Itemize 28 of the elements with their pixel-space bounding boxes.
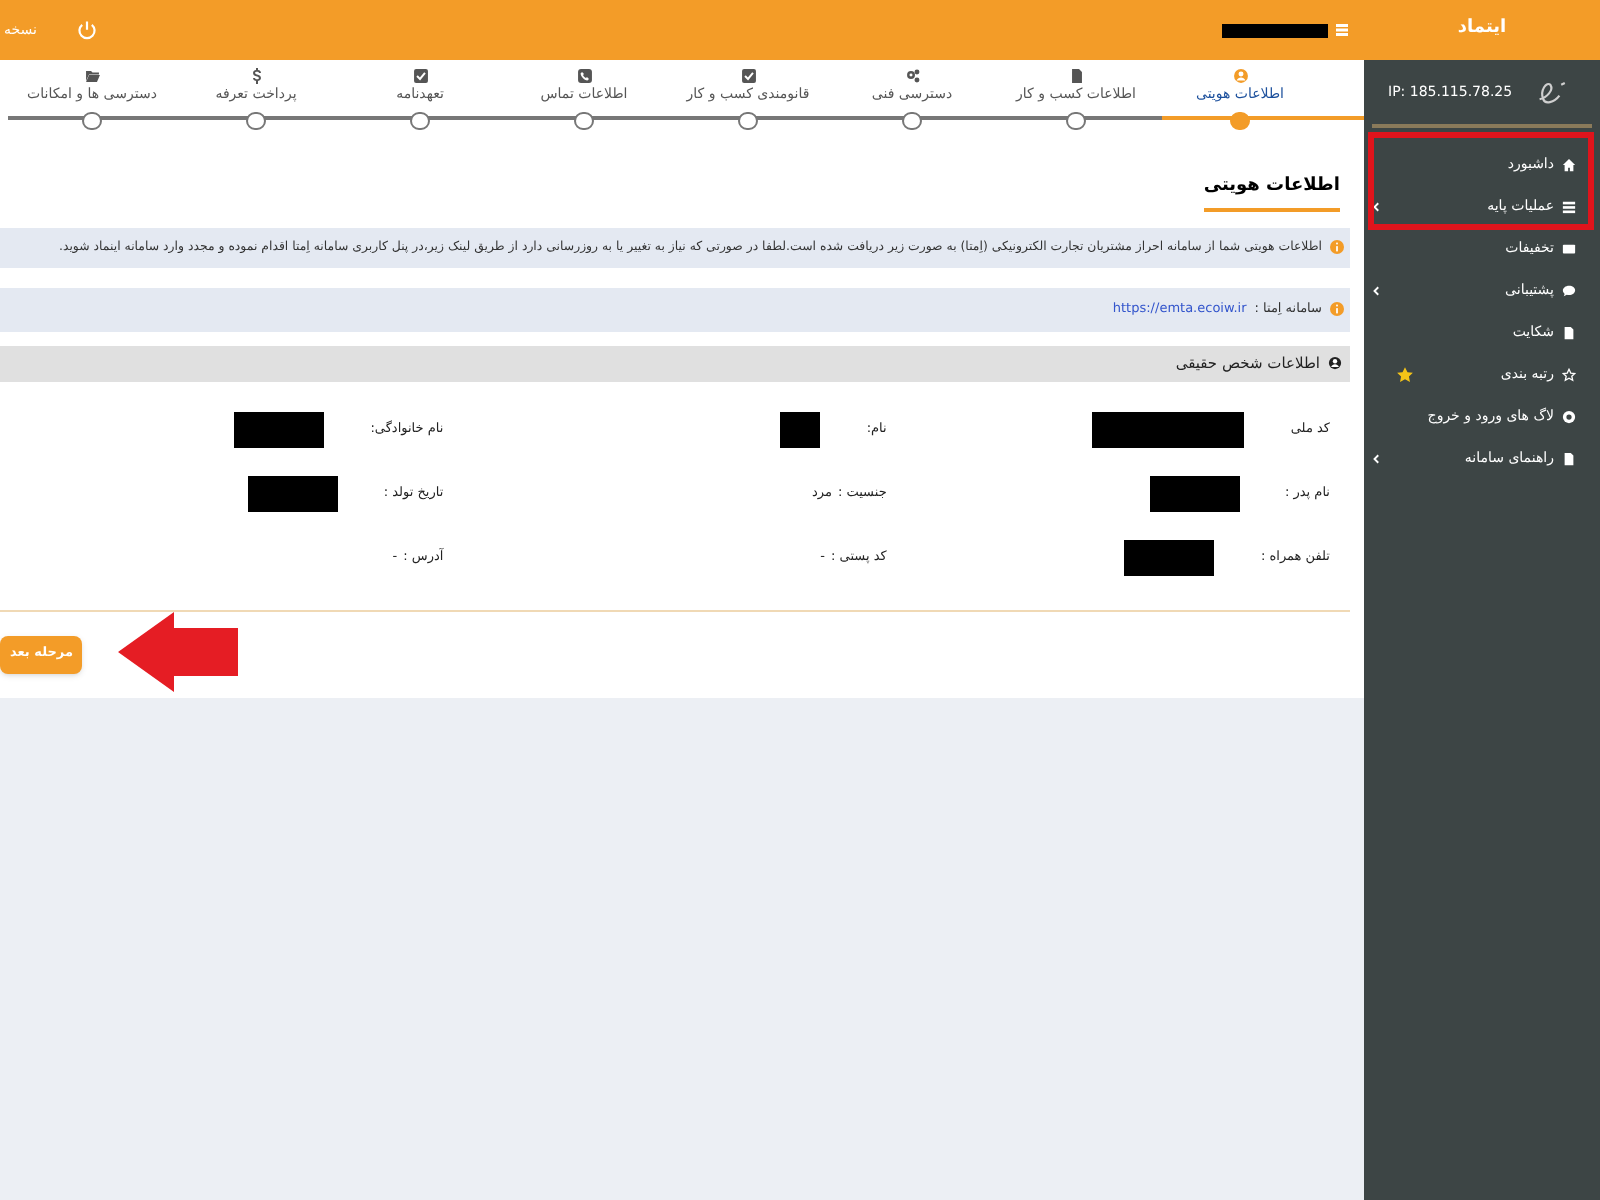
user-icon: [1231, 68, 1249, 84]
circle-icon: [1562, 410, 1576, 424]
chevron-icon: [1372, 202, 1382, 212]
checkbox-icon: [411, 68, 429, 84]
home-icon: [1562, 158, 1576, 172]
folder-icon: [83, 68, 101, 84]
list-icon: [1562, 200, 1576, 214]
file-icon: [1067, 68, 1085, 84]
brand-name: ایتماد: [1457, 16, 1507, 43]
chat-icon: [1562, 284, 1576, 298]
chevron-icon: [1372, 454, 1382, 464]
checkbox-icon: [739, 68, 757, 84]
chevron-icon: [1372, 286, 1382, 296]
card-icon: [1562, 242, 1576, 256]
redaction-bar: [1222, 23, 1328, 37]
gears-icon: [903, 68, 921, 84]
dollar-icon: [247, 68, 265, 84]
info-icon: [1330, 240, 1344, 254]
file-icon: [1562, 452, 1576, 466]
power-icon[interactable]: [76, 19, 99, 41]
phone-icon: [575, 68, 593, 84]
menu-icon[interactable]: [1336, 24, 1348, 36]
info-icon: [1330, 302, 1344, 316]
user-icon: [1328, 356, 1342, 370]
section-title: اطلاعات هویتی: [1203, 174, 1340, 211]
star-outline-icon: [1562, 368, 1576, 382]
star-icon: [1396, 366, 1414, 384]
file-icon: [1562, 326, 1576, 340]
